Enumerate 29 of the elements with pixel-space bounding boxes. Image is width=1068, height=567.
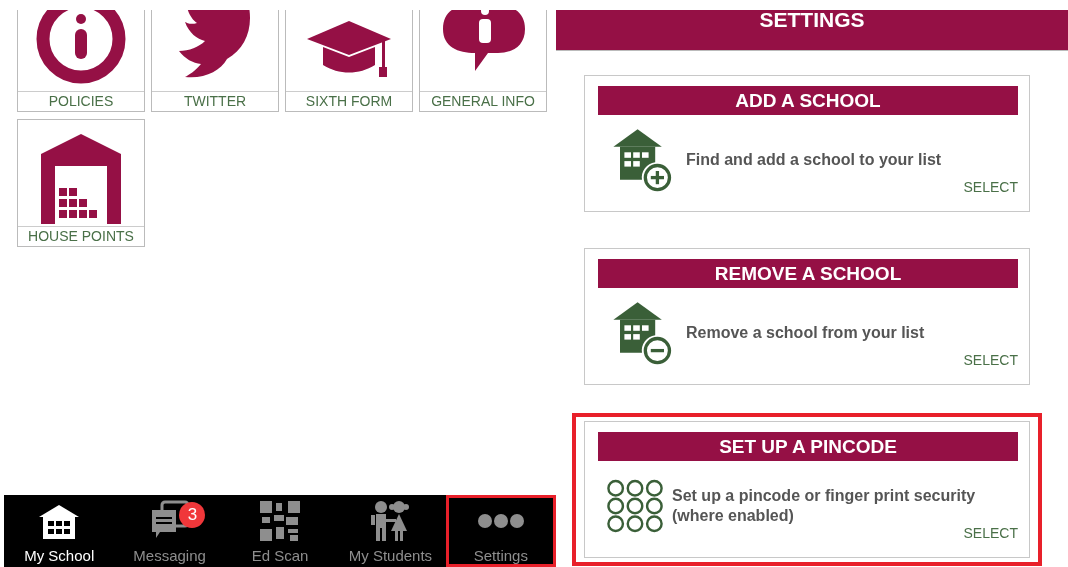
page-title: SETTINGS [758, 10, 866, 30]
select-link[interactable]: SELECT [963, 525, 1018, 541]
card-title: ADD A SCHOOL [598, 86, 1018, 115]
tile-label: HOUSE POINTS [18, 226, 144, 246]
tile-label: GENERAL INFO [420, 91, 546, 111]
menu-tile[interactable]: GENERAL INFO [419, 10, 547, 112]
more-icon [476, 512, 525, 529]
tab[interactable]: Ed Scan [224, 495, 336, 567]
menu-tile[interactable]: POLICIES [17, 10, 145, 112]
select-link[interactable]: SELECT [963, 179, 1018, 195]
menu-tile[interactable]: HOUSE POINTS [17, 119, 145, 247]
card-description: Remove a school from your list [686, 323, 925, 343]
select-link[interactable]: SELECT [963, 352, 1018, 368]
count-badge: 3 [179, 502, 206, 528]
card-title: REMOVE A SCHOOL [598, 259, 1018, 288]
tile-label: TWITTER [152, 91, 278, 111]
tile-label: POLICIES [18, 91, 144, 111]
card-description: Find and add a school to your list [686, 150, 942, 170]
tab[interactable]: Messaging 3 [114, 495, 225, 567]
card-description: Set up a pincode or finger print security (where enabled) [672, 486, 977, 526]
tile-label: SIXTH FORM [286, 91, 412, 111]
menu-tile[interactable]: SIXTH FORM [285, 10, 413, 112]
tab[interactable]: My Students [335, 495, 446, 567]
menu-tile[interactable]: TWITTER [151, 10, 279, 112]
qr-code-icon [258, 498, 302, 543]
card-title: SET UP A PINCODE [598, 432, 1018, 461]
tab[interactable]: My School [4, 495, 115, 567]
settings-card[interactable]: SET UP A PINCODE Set up a pincode or finger print security (where enabled) SELECT [572, 413, 1042, 566]
tab[interactable]: Settings [445, 495, 557, 567]
